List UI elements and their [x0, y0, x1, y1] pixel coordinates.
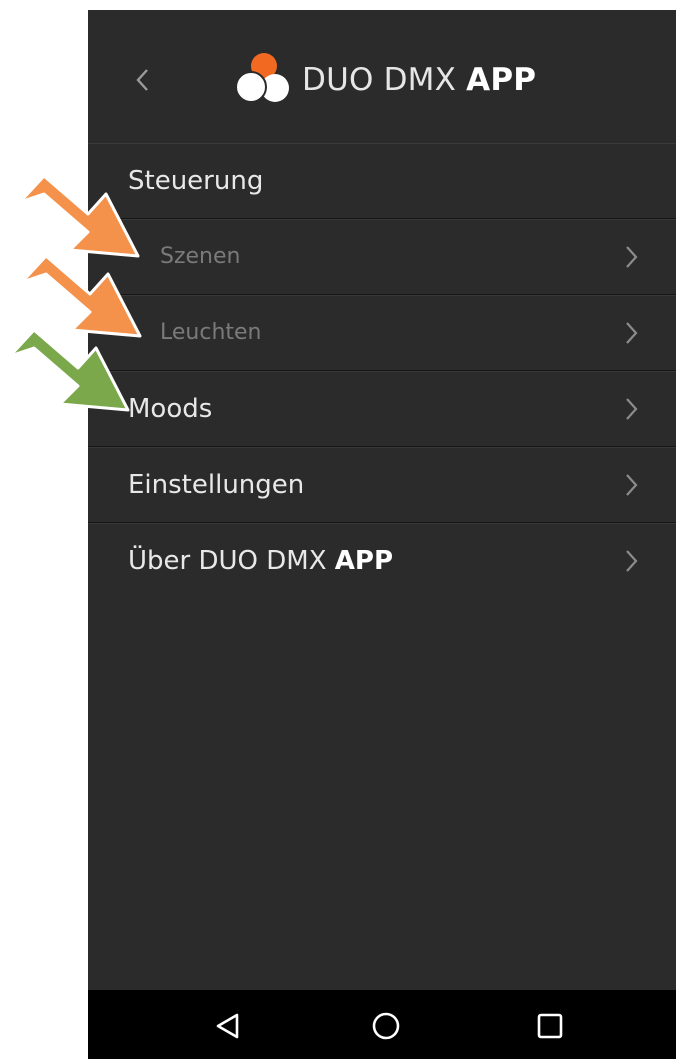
ueber-label-regular: Über DUO DMX: [128, 545, 335, 576]
ueber-label-bold: APP: [334, 545, 394, 576]
duo-dmx-logo-icon: [235, 53, 289, 103]
app-title-regular: DUO DMX: [302, 62, 467, 98]
menu-item-label: Moods: [128, 393, 213, 424]
chevron-right-icon: [626, 322, 638, 344]
android-nav-bar: [88, 990, 676, 1059]
menu-item-label: Steuerung: [128, 165, 264, 196]
triangle-back-icon: [216, 1013, 239, 1039]
app-screen: DUO DMX APP Steuerung Szenen Leuchten Mo…: [88, 10, 676, 1059]
nav-home-button[interactable]: [364, 1004, 408, 1048]
chevron-right-icon: [626, 246, 638, 268]
menu-item-label: Leuchten: [160, 320, 262, 345]
menu-item-label: Über DUO DMX APP: [128, 546, 393, 576]
green-arrow-moods-icon: [8, 328, 130, 412]
app-title: DUO DMX APP: [302, 58, 536, 102]
chevron-left-icon: [136, 69, 148, 91]
circle-home-icon: [372, 1012, 400, 1040]
menu-item-label: Szenen: [160, 244, 241, 269]
menu-item-moods[interactable]: Moods: [88, 371, 676, 447]
chevron-right-icon: [626, 550, 638, 572]
square-recents-icon: [537, 1013, 563, 1039]
chevron-right-icon: [626, 474, 638, 496]
menu-item-steuerung[interactable]: Steuerung: [88, 143, 676, 219]
chevron-right-icon: [626, 398, 638, 420]
menu-item-szenen[interactable]: Szenen: [88, 219, 676, 295]
nav-back-button[interactable]: [206, 1004, 250, 1048]
back-button[interactable]: [126, 60, 160, 100]
app-header: DUO DMX APP: [88, 10, 676, 144]
app-title-bold: APP: [466, 62, 537, 98]
menu-item-leuchten[interactable]: Leuchten: [88, 295, 676, 371]
navigation-menu: Steuerung Szenen Leuchten Moods Einstell…: [88, 143, 676, 598]
nav-recents-button[interactable]: [528, 1004, 572, 1048]
menu-item-label: Einstellungen: [128, 469, 305, 500]
menu-item-ueber[interactable]: Über DUO DMX APP: [88, 523, 676, 598]
menu-item-einstellungen[interactable]: Einstellungen: [88, 447, 676, 523]
